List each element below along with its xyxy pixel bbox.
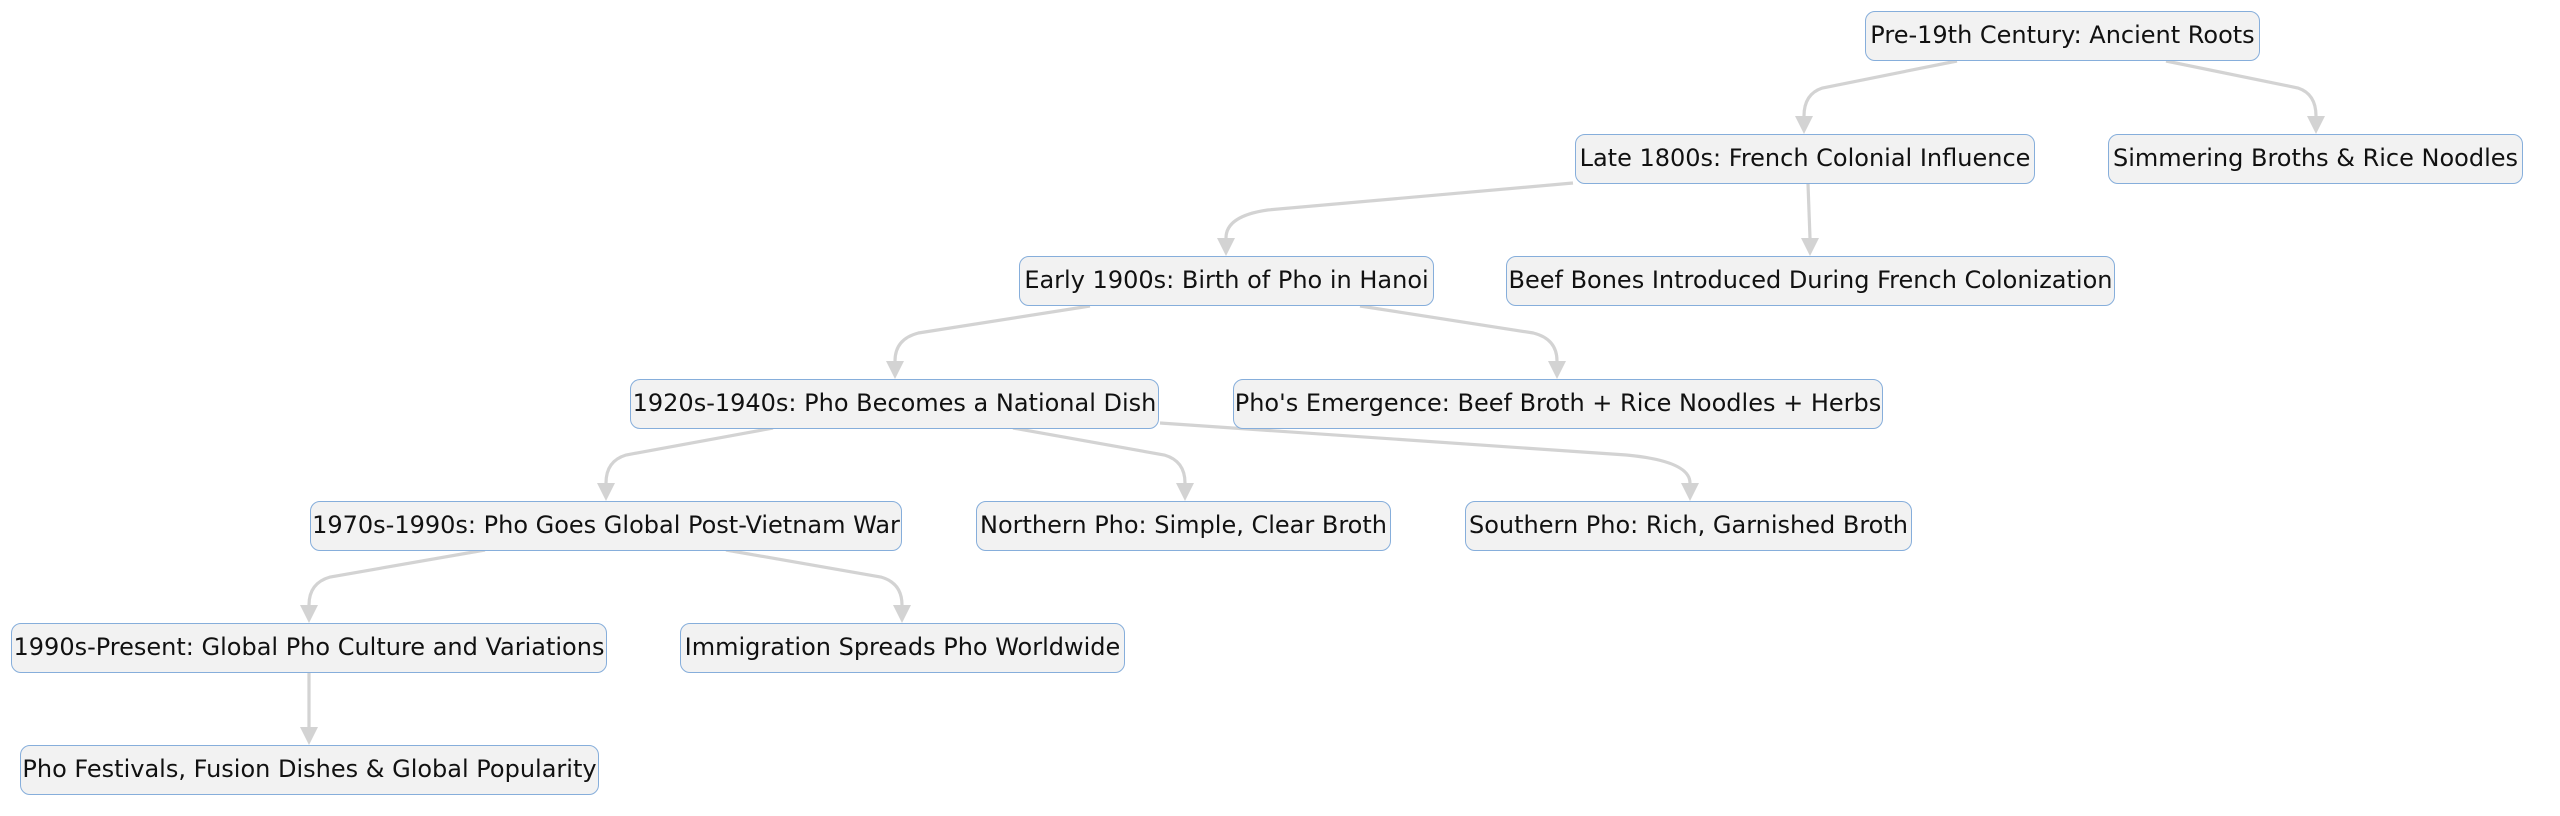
node-label: Pho's Emergence: Beef Broth + Rice Noodl…	[1234, 389, 1882, 417]
edge-line	[604, 426, 774, 484]
node-national-dish[interactable]: 1920s-1940s: Pho Becomes a National Dish	[630, 379, 1159, 429]
node-label: Beef Bones Introduced During French Colo…	[1508, 266, 2113, 294]
arrowhead-icon	[893, 605, 911, 623]
edge-global7090-to-immigration	[725, 548, 911, 623]
node-label: Northern Pho: Simple, Clear Broth	[980, 511, 1387, 539]
node-beef-bones[interactable]: Beef Bones Introduced During French Colo…	[1506, 256, 2115, 306]
node-southern-pho[interactable]: Southern Pho: Rich, Garnished Broth	[1465, 501, 1912, 551]
edge-line	[1159, 421, 1692, 484]
node-early-1900s[interactable]: Early 1900s: Birth of Pho in Hanoi	[1019, 256, 1434, 306]
node-late-1800s[interactable]: Late 1800s: French Colonial Influence	[1575, 134, 2035, 184]
edge-line	[1224, 181, 1574, 239]
edge-late1800s-to-beefbones	[1801, 183, 1819, 256]
arrowhead-icon	[1681, 483, 1699, 501]
node-label: Pho Festivals, Fusion Dishes & Global Po…	[22, 755, 597, 783]
node-label: 1990s-Present: Global Pho Culture and Va…	[13, 633, 605, 661]
arrowhead-icon	[2307, 116, 2325, 134]
edge-national-to-northern	[1012, 426, 1194, 501]
edge-line	[725, 548, 904, 606]
node-label: 1970s-1990s: Pho Goes Global Post-Vietna…	[312, 511, 900, 539]
node-simmering-broths[interactable]: Simmering Broths & Rice Noodles	[2108, 134, 2523, 184]
edge-pre19-to-simmering	[2165, 59, 2325, 134]
arrowhead-icon	[1795, 116, 1813, 134]
node-label: Simmering Broths & Rice Noodles	[2112, 144, 2519, 172]
edge-line	[893, 304, 1091, 362]
edge-line	[1359, 304, 1559, 362]
arrowhead-icon	[300, 605, 318, 623]
node-label: 1920s-1940s: Pho Becomes a National Dish	[632, 389, 1157, 417]
node-label: Late 1800s: French Colonial Influence	[1579, 144, 2031, 172]
edge-line	[307, 548, 486, 606]
arrowhead-icon	[1217, 238, 1235, 256]
arrowhead-icon	[886, 361, 904, 379]
node-1970s-1990s[interactable]: 1970s-1990s: Pho Goes Global Post-Vietna…	[310, 501, 902, 551]
node-label: Immigration Spreads Pho Worldwide	[684, 633, 1121, 661]
arrowhead-icon	[1176, 483, 1194, 501]
edge-global7090-to-present	[300, 548, 486, 623]
node-1990s-present[interactable]: 1990s-Present: Global Pho Culture and Va…	[11, 623, 607, 673]
edge-national-to-southern	[1159, 421, 1699, 501]
edge-present-to-festivals	[300, 673, 318, 745]
edge-line	[2165, 59, 2318, 117]
node-pre-19th-century[interactable]: Pre-19th Century: Ancient Roots	[1865, 11, 2260, 61]
flow-diagram: Pre-19th Century: Ancient Roots Late 180…	[0, 0, 2560, 816]
edge-line	[1806, 183, 1812, 239]
node-label: Pre-19th Century: Ancient Roots	[1870, 21, 2255, 49]
node-northern-pho[interactable]: Northern Pho: Simple, Clear Broth	[976, 501, 1391, 551]
node-phos-emergence[interactable]: Pho's Emergence: Beef Broth + Rice Noodl…	[1233, 379, 1883, 429]
arrowhead-icon	[300, 727, 318, 745]
arrowhead-icon	[597, 483, 615, 501]
arrowhead-icon	[1801, 238, 1819, 256]
node-label: Early 1900s: Birth of Pho in Hanoi	[1024, 266, 1429, 294]
edge-national-to-global7090	[597, 426, 774, 501]
edge-late1800s-to-early1900s	[1217, 181, 1574, 256]
edge-early1900s-to-national	[886, 304, 1091, 379]
edge-early1900s-to-emergence	[1359, 304, 1566, 379]
edge-line	[1012, 426, 1187, 484]
arrowhead-icon	[1548, 361, 1566, 379]
edge-line	[1802, 59, 1958, 117]
node-pho-festivals[interactable]: Pho Festivals, Fusion Dishes & Global Po…	[20, 745, 599, 795]
node-immigration[interactable]: Immigration Spreads Pho Worldwide	[680, 623, 1125, 673]
node-label: Southern Pho: Rich, Garnished Broth	[1469, 511, 1908, 539]
edge-pre19-to-late1800s	[1795, 59, 1958, 134]
